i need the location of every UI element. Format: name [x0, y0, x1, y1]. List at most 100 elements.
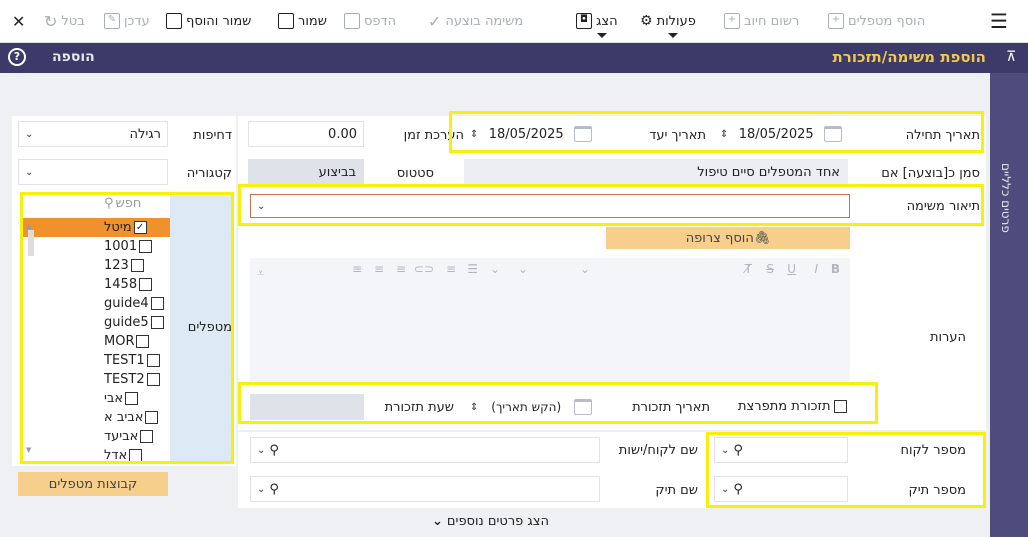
checkbox-icon[interactable] [146, 373, 160, 386]
add-handlers-button[interactable]: הוסף מטפלים + [828, 11, 925, 31]
align-left-icon[interactable]: ≡ [352, 262, 362, 276]
urgency-select[interactable]: רגילה ⌄ [18, 121, 168, 147]
handler-item[interactable]: TEST1 [20, 351, 170, 370]
due-date-input[interactable]: ⇕ 18/05/2025 [464, 121, 598, 147]
checkbox-icon[interactable] [140, 430, 154, 443]
scroll-up-icon[interactable]: ▲ [26, 222, 31, 230]
link-icon[interactable]: ⊂⊃ [414, 262, 434, 276]
help-icon[interactable]: ? [8, 48, 26, 66]
handler-item[interactable]: 123 [20, 256, 170, 275]
handlers-search[interactable]: ⚲ חפש [20, 192, 170, 214]
search-icon[interactable]: ⚲ [269, 443, 279, 458]
case-name-label: שם תיק [655, 483, 698, 498]
start-date-input[interactable]: ⇕ 18/05/2025 [714, 121, 848, 147]
scroll-down-icon[interactable]: ▼ [26, 446, 31, 454]
preview-icon: ◘ [576, 13, 592, 29]
handler-item[interactable]: 1458 [20, 275, 170, 294]
calendar-icon[interactable] [573, 126, 592, 142]
scrollbar-thumb[interactable] [28, 230, 34, 256]
chevron-down-icon[interactable]: ⌄ [518, 262, 528, 276]
description-select[interactable]: ⌄ [250, 194, 850, 218]
italic-icon[interactable]: I [814, 262, 818, 276]
notes-label: הערות [929, 330, 966, 345]
text-direction-icon[interactable]: ⩡ [257, 266, 264, 281]
handler-groups-button[interactable]: קבוצות מטפלים [18, 472, 168, 496]
handler-name: אבי [104, 391, 124, 406]
reminder-date-input[interactable]: ⇕ (הקש תאריך) [464, 394, 598, 420]
cancel-button[interactable]: בטל ↻ [44, 11, 85, 31]
handler-item[interactable]: אדל [20, 446, 170, 465]
time-estimate-input[interactable]: 0.00 [248, 121, 364, 147]
underline-icon[interactable]: U [787, 262, 796, 276]
case-number-input[interactable]: ⌄ ⚲ [714, 476, 848, 502]
chevron-down-icon[interactable]: ⌄ [580, 262, 590, 276]
status-value[interactable]: בביצוע [248, 159, 364, 185]
show-menu-button[interactable]: הצג ◘ [576, 11, 618, 38]
calendar-icon[interactable] [574, 399, 592, 415]
add-attachment-button[interactable]: 🖇 הוסף צרופה [606, 227, 850, 249]
recurring-reminder-checkbox[interactable]: תזכורת מתפרצת [738, 399, 847, 414]
time-estimate-label: הערכת זמן [403, 128, 464, 143]
checkbox-icon[interactable] [130, 259, 144, 272]
search-icon[interactable]: ⚲ [733, 443, 743, 458]
task-done-button[interactable]: משימה בוצעה ✓ [428, 11, 523, 31]
spinner-icon[interactable]: ⇕ [470, 402, 478, 413]
client-number-input[interactable]: ⌄ ⚲ [714, 437, 848, 463]
calendar-icon[interactable] [823, 126, 842, 142]
client-name-input[interactable]: ⌄ ⚲ [250, 437, 600, 463]
unpin-icon[interactable]: ⊼ [1006, 49, 1016, 65]
rail-tab-general[interactable]: פרטים כלליים [999, 163, 1013, 233]
hamburger-icon[interactable]: ☰ [990, 9, 1008, 33]
chevron-down-icon: ⌄ [257, 444, 266, 456]
save-button[interactable]: שמור [278, 11, 327, 31]
handler-item[interactable]: guide5 [20, 313, 170, 332]
handler-item[interactable]: אביעד [20, 427, 170, 446]
register-charge-button[interactable]: רשום חיוב + [724, 11, 799, 31]
checkbox-icon[interactable] [129, 449, 143, 462]
reminder-time-input[interactable] [250, 394, 364, 420]
strikethrough-icon[interactable]: S [766, 262, 774, 276]
update-button[interactable]: עדכן ✎ [104, 11, 150, 31]
handler-item[interactable]: TEST2 [20, 370, 170, 389]
checkbox-icon[interactable] [139, 278, 153, 291]
checkbox-icon[interactable] [146, 354, 160, 367]
align-center-icon[interactable]: ≡ [374, 262, 384, 276]
mark-done-value[interactable]: אחד המטפלים סיים טיפול [464, 159, 848, 185]
close-icon[interactable]: ✕ [12, 11, 25, 31]
handler-item[interactable]: אבי [20, 389, 170, 408]
actions-menu-button[interactable]: פעולות ⚙ [640, 11, 696, 38]
spinner-icon[interactable]: ⇕ [720, 129, 728, 140]
numbered-list-icon[interactable]: ≡ [446, 262, 456, 276]
checkbox-icon[interactable] [833, 400, 847, 413]
checkmark-icon: ✓ [428, 11, 442, 31]
chevron-down-icon[interactable]: ⌄ [490, 262, 500, 276]
handler-item[interactable]: MOR [20, 332, 170, 351]
reminder-date-label: תאריך תזכורת [632, 400, 710, 415]
checkbox-icon[interactable] [145, 411, 159, 424]
case-name-input[interactable]: ⌄ ⚲ [250, 476, 600, 502]
handler-item[interactable]: אביב א [20, 408, 170, 427]
search-icon[interactable]: ⚲ [269, 482, 279, 497]
category-select[interactable]: ⌄ [18, 159, 168, 185]
show-more-details-button[interactable]: הצג פרטים נוספים ⌄ [432, 514, 549, 529]
clear-format-icon[interactable]: T̸ [745, 262, 752, 276]
notes-editor[interactable]: B I U S T̸ ⌄ ⌄ ⌄ ☰ ≡ ⊂⊃ ≡ ≡ ≡ ⩡ [250, 258, 850, 382]
checkbox-icon[interactable] [139, 240, 153, 253]
checkbox-icon[interactable] [136, 335, 150, 348]
save-add-button[interactable]: שמור והוסף [166, 11, 251, 31]
checkbox-icon[interactable] [150, 316, 164, 329]
handler-item[interactable]: 1001 [20, 237, 170, 256]
bullet-list-icon[interactable]: ☰ [467, 262, 478, 276]
checkbox-icon[interactable] [150, 297, 164, 310]
handler-name: אביעד [104, 429, 139, 444]
bold-icon[interactable]: B [831, 262, 840, 276]
print-button[interactable]: הדפס [344, 11, 396, 31]
checkbox-icon[interactable] [125, 392, 139, 405]
handler-item[interactable]: מיטל ✓ [20, 218, 170, 237]
align-right-icon[interactable]: ≡ [396, 262, 406, 276]
handler-item[interactable]: guide4 [20, 294, 170, 313]
chevron-down-icon [667, 33, 678, 38]
spinner-icon[interactable]: ⇕ [470, 129, 478, 140]
checkbox-icon[interactable]: ✓ [133, 221, 147, 234]
search-icon[interactable]: ⚲ [733, 482, 743, 497]
